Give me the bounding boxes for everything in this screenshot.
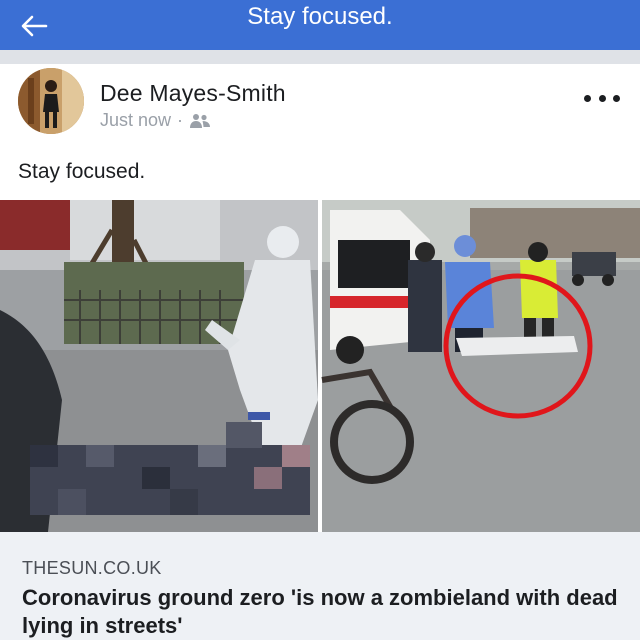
post-meta: Just now · — [100, 110, 211, 131]
post-text: Stay focused. — [18, 160, 146, 183]
top-app-bar: Stay focused. — [0, 0, 640, 50]
post-card: Dee Mayes-Smith Just now · Stay focused. — [0, 64, 640, 640]
more-options-dot — [598, 94, 606, 102]
friends-icon — [190, 113, 211, 128]
avatar[interactable] — [18, 68, 84, 134]
post-author[interactable]: Dee Mayes-Smith — [100, 80, 286, 107]
more-options-dot — [613, 94, 620, 102]
left-photo — [0, 200, 318, 532]
link-title[interactable]: Coronavirus ground zero 'is now a zombie… — [22, 584, 622, 640]
right-photo — [321, 200, 640, 532]
link-preview[interactable]: THESUN.CO.UK Coronavirus ground zero 'is… — [0, 532, 640, 640]
link-domain: THESUN.CO.UK — [22, 558, 162, 578]
page-title: Stay focused. — [247, 3, 393, 30]
meta-separator: · — [177, 110, 184, 130]
more-options-button[interactable] — [584, 86, 620, 110]
more-options-icon — [584, 94, 591, 102]
post-timestamp[interactable]: Just now — [100, 110, 171, 131]
feed-divider — [0, 50, 640, 64]
post-media[interactable] — [0, 200, 640, 532]
